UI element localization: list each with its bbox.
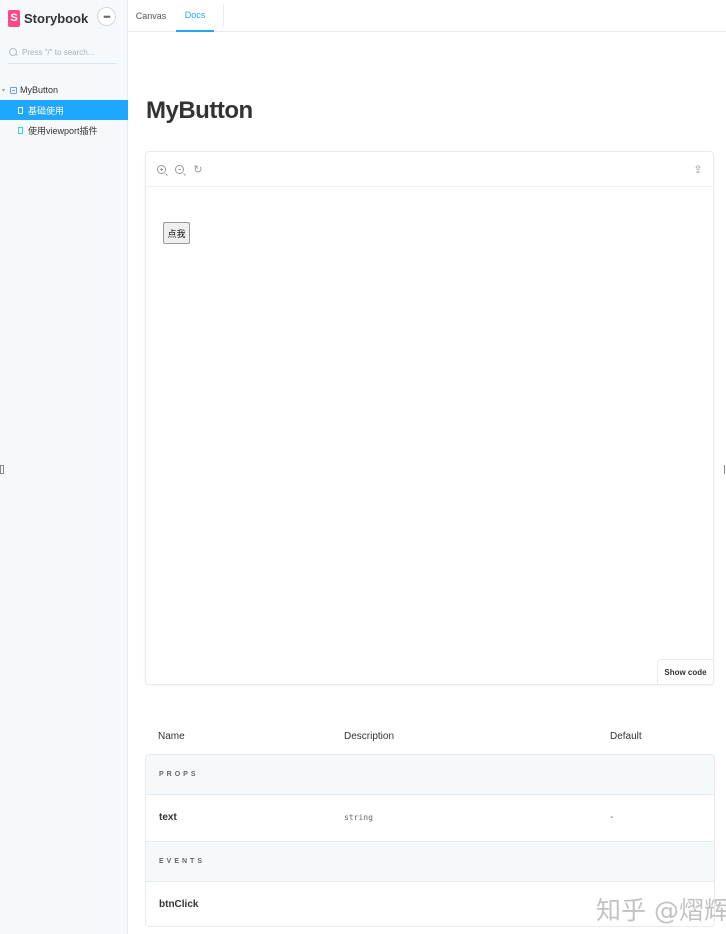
- prop-default: -: [610, 812, 614, 823]
- tab-bar: Canvas Docs: [128, 0, 726, 32]
- tree-item-story-viewport[interactable]: 使用viewport插件: [0, 120, 128, 140]
- prop-description: string: [344, 813, 373, 822]
- bookmark-icon: [18, 106, 23, 114]
- sidebar-resize-handle[interactable]: [0, 465, 4, 474]
- prop-name: text: [159, 812, 177, 823]
- column-header-default: Default: [610, 731, 642, 742]
- search-input[interactable]: [22, 48, 114, 57]
- tab-divider: [223, 4, 224, 26]
- tab-docs[interactable]: Docs: [176, 0, 214, 32]
- tree-item-story-basic[interactable]: 基础使用: [0, 100, 128, 120]
- args-table-header: Name Description Default: [145, 726, 715, 750]
- chevron-down-icon: ▾: [2, 87, 6, 94]
- section-row-events[interactable]: EVENTS: [146, 842, 714, 882]
- menu-button[interactable]: •••: [97, 7, 116, 26]
- tree-item-label: 使用viewport插件: [28, 125, 98, 136]
- bookmark-icon: [18, 126, 23, 134]
- column-header-name: Name: [158, 731, 185, 742]
- tree-item-mybutton[interactable]: ▾ MyButton: [0, 80, 128, 100]
- zoom-in-icon[interactable]: [154, 162, 168, 176]
- tree-item-label: 基础使用: [28, 105, 65, 116]
- preview-toolbar: ↻ ⇪: [146, 152, 713, 187]
- prop-name: btnClick: [159, 899, 199, 910]
- zoom-out-icon[interactable]: [172, 162, 186, 176]
- search-icon: [9, 47, 19, 58]
- sidebar: S Storybook ••• ▾ MyButton 基础使用 使用viewpo…: [0, 0, 128, 934]
- table-row: text string -: [146, 795, 714, 842]
- section-label: EVENTS: [159, 858, 206, 865]
- story-preview: ↻ ⇪ 点我 Show code: [145, 151, 714, 685]
- section-row-props[interactable]: PROPS: [146, 755, 714, 795]
- share-icon[interactable]: ⇪: [691, 162, 705, 176]
- page-title: MyButton: [146, 97, 253, 124]
- demo-button[interactable]: 点我: [163, 222, 190, 244]
- component-icon: [10, 86, 17, 94]
- tree-item-label: MyButton: [20, 85, 59, 95]
- show-code-button[interactable]: Show code: [657, 659, 713, 684]
- storybook-logo-icon: S: [8, 9, 20, 27]
- search-box: [8, 42, 116, 64]
- reset-zoom-icon[interactable]: ↻: [191, 162, 205, 176]
- tab-canvas[interactable]: Canvas: [132, 0, 170, 32]
- watermark: 知乎 @熠辉: [596, 896, 726, 925]
- story-tree: ▾ MyButton 基础使用 使用viewport插件: [0, 80, 128, 140]
- storybook-app: S Storybook ••• ▾ MyButton 基础使用 使用viewpo…: [0, 0, 726, 934]
- brand-name: Storybook: [24, 10, 89, 26]
- column-header-description: Description: [344, 731, 395, 742]
- section-label: PROPS: [159, 771, 199, 778]
- brand[interactable]: S Storybook: [8, 6, 88, 30]
